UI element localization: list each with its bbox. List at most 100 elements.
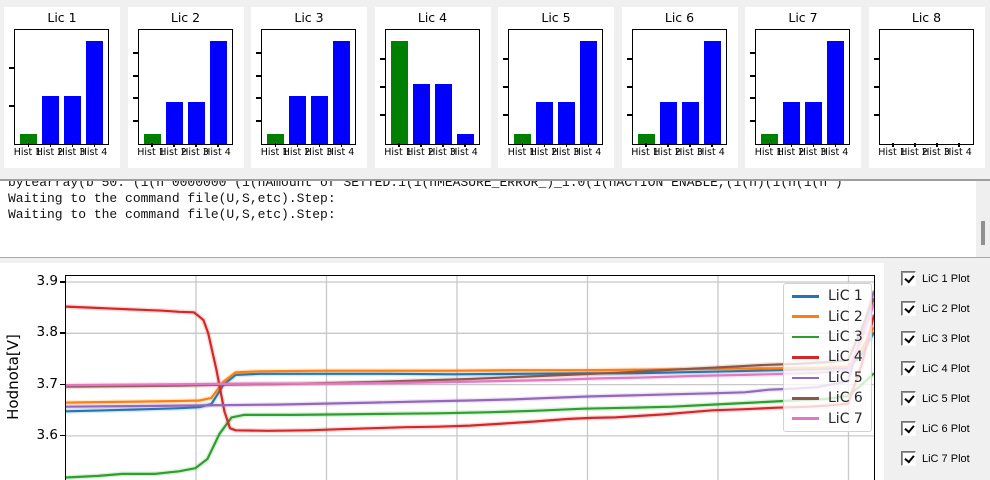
hist-bar (412, 84, 430, 144)
y-tick-mark (132, 52, 138, 54)
histogram-title: Lic 5 (541, 10, 571, 25)
histogram-card: Lic 2 Hist 1 Hist 2 Hist 3 Hist 4 (127, 7, 244, 168)
y-tick-mark (379, 114, 385, 116)
hist-bar (333, 41, 350, 144)
y-tick-mark (256, 75, 261, 77)
hist-bar (434, 84, 452, 144)
histogram-title: Lic 4 (417, 10, 448, 25)
histogram-title: Lic 7 (788, 10, 818, 25)
hist-bar (311, 96, 328, 144)
legend-label: LiC 4 (828, 349, 863, 366)
histogram-plot (379, 29, 480, 145)
plot-toggle-5[interactable]: LiC 5 Plot (901, 391, 970, 406)
plot-toggle-panel: LiC 1 Plot LiC 2 Plot LiC 3 Plot LiC 4 Plot… (884, 260, 990, 480)
x-tick-label: Hist 4 (697, 147, 725, 158)
y-tick-mark (873, 58, 879, 60)
checkbox[interactable] (901, 451, 916, 466)
histogram-card: Lic 1 Hist 1 Hist 2 Hist 3 Hist 4 (4, 7, 120, 168)
y-tick-label: 3.8 (36, 324, 58, 341)
line-chart-figure: Hodnota[V] 3.53.63.73.83.9 LiC 1LiC 2LiC… (0, 263, 884, 480)
plot-toggle-3[interactable]: LiC 3 Plot (901, 331, 970, 346)
legend-entry: LiC 2 (784, 308, 871, 326)
x-tick-label: Hist 4 (450, 147, 478, 158)
legend-entry: LiC 7 (784, 410, 871, 428)
y-tick-mark (750, 52, 755, 54)
legend-entry: LiC 3 (784, 328, 871, 346)
plot-area: LiC 1 LiC 2 LiC 3 LiC 4 LiC 5 LiC 6 LiC 7 (65, 275, 875, 480)
checkbox[interactable] (901, 301, 916, 316)
hist-bar (783, 102, 800, 144)
histogram-card: Lic 3 Hist 1 Hist 2 Hist 3 Hist 4 (251, 7, 367, 168)
histogram-plot (873, 29, 974, 145)
legend-label: LiC 7 (828, 410, 863, 427)
console-scrollbar[interactable] (976, 181, 990, 257)
checkmark-icon (903, 332, 915, 343)
legend-entry: LiC 6 (784, 389, 871, 407)
hist-bar (86, 41, 103, 144)
x-tick-label: Hist 4 (79, 147, 108, 158)
app-window: Lic 1 Hist 1 Hist 2 Hist 3 Hist 4 Lic 2 Hist 1… (0, 0, 990, 480)
histogram-card: Lic 5 Hist 1 Hist 2 Hist 3 Hist 4 (498, 7, 614, 168)
y-tick-mark (503, 86, 508, 88)
checkbox-label: LiC 2 Plot (922, 302, 970, 315)
checkbox[interactable] (901, 391, 916, 406)
console-line: Waiting to the command file(U,S,etc).Ste… (8, 191, 336, 206)
hist-bar (42, 96, 59, 144)
histogram-title: Lic 1 (47, 10, 77, 25)
checkbox-label: LiC 1 Plot (922, 272, 970, 285)
legend-entry: LiC 1 (784, 287, 871, 305)
histogram-plot (503, 29, 603, 145)
plot-toggle-2[interactable]: LiC 2 Plot (901, 301, 970, 316)
scrollbar-thumb[interactable] (981, 221, 985, 245)
legend-label: LiC 5 (828, 369, 863, 386)
checkbox-label: LiC 3 Plot (922, 332, 970, 345)
legend-line-swatch (792, 335, 819, 339)
y-tick-mark (626, 114, 632, 116)
hist-bar (187, 102, 205, 144)
y-tick-mark (256, 52, 261, 54)
legend-label: LiC 6 (828, 390, 863, 407)
y-tick-label: 3.6 (36, 426, 58, 443)
y-tick-mark (503, 114, 508, 116)
checkbox-label: LiC 4 Plot (922, 362, 970, 375)
legend-line-swatch (792, 417, 819, 421)
legend-line-swatch (792, 356, 819, 359)
y-tick-mark (750, 97, 755, 99)
legend-label: LiC 3 (828, 329, 863, 346)
checkbox[interactable] (901, 421, 916, 436)
checkbox[interactable] (901, 271, 916, 286)
checkbox-label: LiC 5 Plot (922, 392, 970, 405)
y-tick-mark (132, 120, 138, 122)
hist-bar (536, 102, 553, 144)
checkbox[interactable] (901, 361, 916, 376)
y-tick-mark (750, 120, 755, 122)
legend-line-swatch (792, 376, 819, 380)
legend-line-swatch (792, 315, 819, 318)
histogram-plot (750, 29, 850, 145)
y-tick-mark (256, 120, 261, 122)
histogram-title: Lic 2 (170, 10, 201, 25)
histogram-strip: Lic 1 Hist 1 Hist 2 Hist 3 Hist 4 Lic 2 Hist 1… (0, 0, 990, 178)
plot-toggle-6[interactable]: LiC 6 Plot (901, 421, 970, 436)
plot-toggle-1[interactable]: LiC 1 Plot (901, 271, 970, 286)
checkmark-icon (903, 272, 915, 283)
y-tick-mark (750, 75, 755, 77)
y-tick-mark (256, 97, 261, 99)
histogram-plot (132, 29, 233, 145)
checkbox[interactable] (901, 331, 916, 346)
y-tick-mark (626, 86, 632, 88)
x-tick-label: Hist 4 (326, 147, 355, 158)
histogram-card: Lic 8 Hist 1 Hist 2 Hist 3 Hist 4 (868, 7, 985, 168)
line-series-lic-5 (66, 290, 874, 410)
x-tick-label: Hist 4 (820, 147, 849, 158)
y-tick-mark (626, 58, 632, 60)
x-tick-label: Hist 4 (573, 147, 602, 158)
plot-toggle-7[interactable]: LiC 7 Plot (901, 451, 970, 466)
line-chart-section: Hodnota[V] 3.53.63.73.83.9 LiC 1LiC 2LiC… (0, 260, 990, 480)
plot-toggle-4[interactable]: LiC 4 Plot (901, 361, 970, 376)
legend-entry: LiC 5 (784, 369, 871, 387)
histogram-title: Lic 8 (911, 10, 942, 25)
checkmark-icon (903, 452, 915, 463)
legend-entry: LiC 4 (784, 348, 871, 366)
x-tick-label: Hist 4 (203, 147, 231, 158)
